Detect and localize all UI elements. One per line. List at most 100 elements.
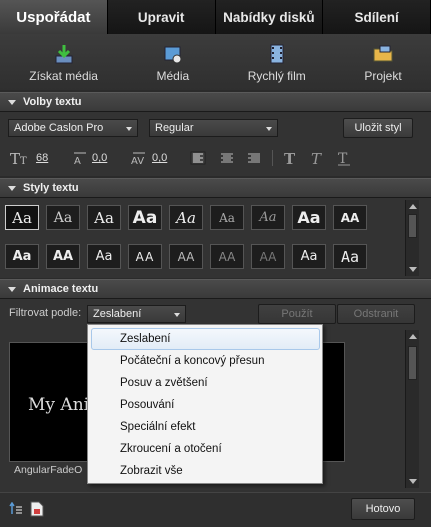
align-center-icon bbox=[221, 153, 233, 163]
apply-button[interactable]: Použít bbox=[258, 304, 336, 324]
style-swatch[interactable]: AA bbox=[46, 244, 80, 269]
style-swatch[interactable]: Aa bbox=[169, 205, 203, 230]
font-family-value: Adobe Caslon Pro bbox=[14, 122, 104, 134]
instant-movie-label: Rychlý film bbox=[247, 69, 306, 83]
filter-dropdown-menu: Zeslabení Počáteční a koncový přesun Pos… bbox=[87, 324, 323, 484]
tab-organize[interactable]: Uspořádat bbox=[0, 0, 108, 34]
menu-item-pan-zoom[interactable]: Posuv a zvětšení bbox=[88, 372, 322, 394]
style-swatch[interactable]: Aa bbox=[210, 205, 244, 230]
svg-text:T: T bbox=[20, 156, 27, 166]
text-options-title: Volby textu bbox=[23, 96, 82, 108]
menu-item-scroll[interactable]: Posouvání bbox=[88, 394, 322, 416]
align-right-icon bbox=[248, 153, 260, 163]
style-swatch[interactable]: Aa bbox=[128, 205, 162, 230]
menu-item-start-end-move[interactable]: Počáteční a koncový přesun bbox=[88, 350, 322, 372]
menu-item-fade[interactable]: Zeslabení bbox=[91, 328, 320, 350]
chevron-down-icon bbox=[126, 127, 132, 131]
font-style-select[interactable]: Regular bbox=[149, 119, 278, 137]
scroll-down-icon[interactable] bbox=[409, 479, 417, 484]
done-button[interactable]: Hotovo bbox=[351, 498, 415, 520]
remove-button[interactable]: Odstranit bbox=[337, 304, 415, 324]
collapse-triangle-icon bbox=[8, 99, 16, 105]
scroll-up-icon[interactable] bbox=[409, 334, 417, 339]
align-left-button[interactable] bbox=[190, 146, 206, 170]
text-animation-title: Animace textu bbox=[23, 283, 99, 295]
align-left-icon bbox=[190, 151, 206, 165]
text-format-row: T T 68 A 0,0 AV 0,0 T T T bbox=[0, 146, 431, 170]
align-right-button[interactable] bbox=[246, 146, 262, 170]
scroll-up-icon[interactable] bbox=[409, 204, 417, 209]
media-button[interactable]: Média bbox=[157, 43, 189, 83]
leading-icon: A bbox=[74, 152, 86, 166]
leading-value[interactable]: 0,0 bbox=[92, 152, 107, 164]
document-icon[interactable] bbox=[30, 501, 44, 520]
font-family-select[interactable]: Adobe Caslon Pro bbox=[8, 119, 138, 137]
main-toolbar: Získat média Média Rychlý film Projekt bbox=[0, 34, 431, 90]
sort-icon[interactable] bbox=[9, 501, 23, 519]
menu-item-twist-rotate[interactable]: Zkroucení a otočení bbox=[88, 438, 322, 460]
style-swatch[interactable]: Aa bbox=[87, 205, 121, 230]
style-swatch[interactable]: Aa bbox=[251, 205, 285, 230]
svg-text:T: T bbox=[311, 150, 322, 166]
svg-text:T: T bbox=[338, 151, 348, 166]
style-swatch[interactable]: Aa bbox=[5, 244, 39, 269]
style-swatch[interactable]: Aa bbox=[5, 205, 39, 230]
workspace-tabs: Uspořádat Upravit Nabídky disků Sdílení bbox=[0, 0, 431, 34]
chevron-down-icon bbox=[174, 313, 180, 317]
kerning-control[interactable]: AV 0,0 bbox=[130, 146, 167, 170]
tab-share[interactable]: Sdílení bbox=[323, 0, 431, 34]
save-style-button[interactable]: Uložit styl bbox=[343, 118, 413, 138]
filter-label: Filtrovat podle: bbox=[9, 307, 82, 319]
media-icon bbox=[164, 46, 182, 64]
project-folder-icon bbox=[373, 45, 393, 62]
leading-control[interactable]: A 0,0 bbox=[72, 146, 107, 170]
animation-scrollbar[interactable] bbox=[405, 330, 419, 488]
project-button[interactable]: Projekt bbox=[364, 43, 402, 83]
style-swatch[interactable]: AA bbox=[333, 205, 367, 230]
underline-button[interactable]: T bbox=[337, 146, 351, 170]
text-animation-header[interactable]: Animace textu bbox=[0, 279, 431, 299]
font-size-value[interactable]: 68 bbox=[36, 152, 48, 164]
scroll-down-icon[interactable] bbox=[409, 267, 417, 272]
film-icon bbox=[270, 44, 284, 64]
menu-item-special-effect[interactable]: Speciální efekt bbox=[88, 416, 322, 438]
svg-text:AV: AV bbox=[131, 156, 144, 166]
collapse-triangle-icon bbox=[8, 185, 16, 191]
italic-button[interactable]: T bbox=[310, 146, 324, 170]
tab-edit[interactable]: Upravit bbox=[107, 0, 216, 34]
text-styles-grid: Aa Aa Aa Aa Aa Aa Aa Aa AA Aa AA Aa AA A… bbox=[5, 205, 403, 277]
toolbar-divider bbox=[272, 150, 273, 166]
scroll-thumb[interactable] bbox=[408, 346, 417, 380]
style-swatch[interactable]: Aa bbox=[87, 244, 121, 269]
bold-icon: T bbox=[284, 150, 296, 166]
text-styles-header[interactable]: Styly textu bbox=[0, 178, 431, 198]
style-swatch[interactable]: AA bbox=[251, 244, 285, 269]
filter-select[interactable]: Zeslabení bbox=[87, 305, 186, 323]
style-swatch[interactable]: AA bbox=[210, 244, 244, 269]
svg-text:T: T bbox=[10, 150, 20, 166]
italic-icon: T bbox=[311, 150, 322, 166]
svg-text:T: T bbox=[284, 150, 296, 166]
style-swatch[interactable]: Aa bbox=[292, 205, 326, 230]
scroll-thumb[interactable] bbox=[408, 214, 417, 238]
menu-item-show-all[interactable]: Zobrazit vše bbox=[88, 460, 322, 482]
style-swatch[interactable]: Aa bbox=[46, 205, 80, 230]
chevron-down-icon bbox=[266, 127, 272, 131]
styles-scrollbar[interactable] bbox=[405, 200, 419, 276]
tab-disc-menus[interactable]: Nabídky disků bbox=[215, 0, 324, 34]
text-options-header[interactable]: Volby textu bbox=[0, 92, 431, 112]
project-label: Projekt bbox=[364, 69, 402, 83]
kerning-value[interactable]: 0,0 bbox=[152, 152, 167, 164]
style-swatch[interactable]: Aa bbox=[333, 244, 367, 269]
style-swatch[interactable]: AA bbox=[128, 244, 162, 269]
get-media-button[interactable]: Získat média bbox=[29, 43, 98, 83]
instant-movie-button[interactable]: Rychlý film bbox=[248, 43, 306, 83]
font-size-icon: T T bbox=[10, 150, 27, 166]
align-center-button[interactable] bbox=[219, 146, 235, 170]
style-swatch[interactable]: AA bbox=[169, 244, 203, 269]
text-styles-title: Styly textu bbox=[23, 182, 79, 194]
style-swatch[interactable]: Aa bbox=[292, 244, 326, 269]
bold-button[interactable]: T bbox=[283, 146, 297, 170]
font-size-control[interactable]: T T 68 bbox=[10, 146, 48, 170]
font-style-value: Regular bbox=[155, 122, 194, 134]
